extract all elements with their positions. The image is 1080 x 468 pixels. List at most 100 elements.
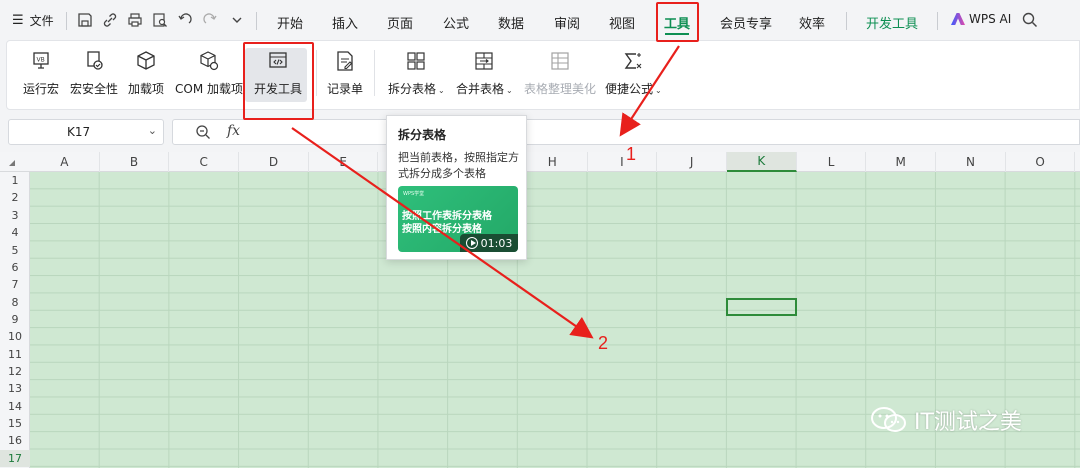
tooltip-title: 拆分表格 [398,128,447,142]
row-header-9[interactable]: 9 [0,311,30,328]
divider [846,12,847,30]
thumbnail-brand: WPS学堂 [403,191,425,197]
wps-spreadsheet-window: ☰ 文件 开始 插入 页面 公式 数据 审阅 视图 工具 会员专享 效率 开发工… [0,0,1080,468]
tab-formulas[interactable]: 公式 [443,13,469,32]
row-header-4[interactable]: 4 [0,224,30,241]
redo-icon[interactable] [201,11,219,29]
row-header-11[interactable]: 11 [0,346,30,363]
addin-cube-icon [135,50,157,72]
tab-insert[interactable]: 插入 [332,13,358,32]
wps-ai-button[interactable]: WPS AI [951,12,1011,26]
name-box[interactable]: K17 ⌄ [8,119,164,145]
divider [374,50,375,96]
column-header-i[interactable]: I [588,152,658,172]
divider [937,12,938,30]
record-form-button[interactable]: 记录单 [327,50,363,97]
tab-view[interactable]: 视图 [609,13,635,32]
column-header-o[interactable]: O [1006,152,1076,172]
search-icon[interactable] [1022,12,1038,28]
split-table-tooltip: 拆分表格 把当前表格，按照指定方式拆分成多个表格 WPS学堂 按照工作表拆分表格… [386,115,527,260]
record-form-icon [334,50,356,72]
play-icon[interactable] [465,237,478,249]
table-beautify-button[interactable]: 表格整理美化 [524,50,596,97]
wechat-logo-icon [871,407,906,432]
row-header-12[interactable]: 12 [0,363,30,380]
sigma-icon [622,50,644,72]
tooltip-description: 把当前表格，按照指定方式拆分成多个表格 [398,151,519,180]
caret-icon: ⌄ [506,86,513,95]
row-header-5[interactable]: 5 [0,241,30,258]
row-header-10[interactable]: 10 [0,328,30,345]
column-header-n[interactable]: N [936,152,1006,172]
column-header-h[interactable]: H [518,152,588,172]
tab-member[interactable]: 会员专享 [720,13,772,32]
column-header-a[interactable]: A [30,152,100,172]
select-all-corner[interactable] [9,160,15,166]
divider [66,12,67,30]
watermark-text: IT测试之美 [914,410,1022,435]
column-header-k[interactable]: K [727,152,797,172]
row-header-14[interactable]: 14 [0,398,30,415]
selected-cell[interactable] [726,298,797,316]
column-header-c[interactable]: C [169,152,240,172]
divider [256,12,257,30]
merge-table-label: 合并表格 [456,82,505,96]
save-icon[interactable] [76,11,94,29]
column-header-j[interactable]: J [657,152,727,172]
column-header-e[interactable]: E [309,152,379,172]
file-menu[interactable]: ☰ 文件 [12,12,54,29]
tab-efficiency[interactable]: 效率 [799,13,825,32]
formula-input[interactable]: fx [172,119,1080,145]
column-header-bar: ABCDEFGHIJKLMNO [0,152,1080,172]
chevron-down-icon[interactable] [228,11,246,29]
row-header-2[interactable]: 2 [0,189,30,206]
wps-ai-logo-icon [951,13,965,25]
row-header-8[interactable]: 8 [0,293,30,310]
annotation-box-tools-tab [656,2,699,42]
quick-formula-button[interactable]: 便捷公式 ⌄ [605,50,662,97]
annotation-label-1: 1 [626,144,637,164]
svg-text:VB: VB [37,57,45,64]
print-icon[interactable] [126,11,144,29]
caret-icon: ⌄ [655,86,662,95]
row-header-15[interactable]: 15 [0,415,30,432]
run-macro-button[interactable]: VB 运行宏 [23,50,59,97]
addins-button[interactable]: 加载项 [128,50,164,97]
formula-bar: K17 ⌄ fx [0,112,1080,152]
row-header-17[interactable]: 17 [0,449,30,467]
split-table-button[interactable]: 拆分表格 ⌄ [388,50,445,97]
row-header-16[interactable]: 16 [0,432,30,449]
file-menu-label: 文件 [29,14,54,28]
print-preview-icon[interactable] [151,11,169,29]
tab-home[interactable]: 开始 [277,13,303,32]
chevron-down-icon[interactable]: ⌄ [148,124,157,137]
merge-table-button[interactable]: 合并表格 ⌄ [456,50,513,97]
row-header-7[interactable]: 7 [0,276,30,293]
tutorial-video-thumbnail[interactable]: WPS学堂 按照工作表拆分表格 按照内容拆分表格 01:03 [398,186,518,252]
column-header-m[interactable]: M [866,152,937,172]
macro-security-button[interactable]: 宏安全性 [70,50,118,97]
row-header-6[interactable]: 6 [0,259,30,276]
row-header-bar: 1 2 3 4 5 6 7 8 9 10 11 12 13 14 15 16 17 [0,172,30,468]
caret-icon: ⌄ [438,86,445,95]
quick-formula-label: 便捷公式 [605,82,654,96]
column-header-l[interactable]: L [797,152,867,172]
undo-icon[interactable] [176,11,194,29]
tab-review[interactable]: 审阅 [554,13,580,32]
column-header-b[interactable]: B [100,152,170,172]
column-header-d[interactable]: D [239,152,309,172]
link-icon[interactable] [101,11,119,29]
divider [316,50,317,96]
tab-page[interactable]: 页面 [387,13,413,32]
annotation-box-developer-button [243,42,314,120]
row-header-1[interactable]: 1 [0,172,30,189]
zoom-icon[interactable] [195,124,211,140]
row-header-3[interactable]: 3 [0,207,30,224]
split-table-label: 拆分表格 [388,82,437,96]
com-addins-button[interactable]: COM 加载项 [175,50,243,97]
tab-data[interactable]: 数据 [498,13,524,32]
row-header-13[interactable]: 13 [0,380,30,397]
tab-developer[interactable]: 开发工具 [866,13,918,32]
wps-ai-label: WPS AI [969,12,1012,26]
fx-icon[interactable]: fx [227,123,240,139]
